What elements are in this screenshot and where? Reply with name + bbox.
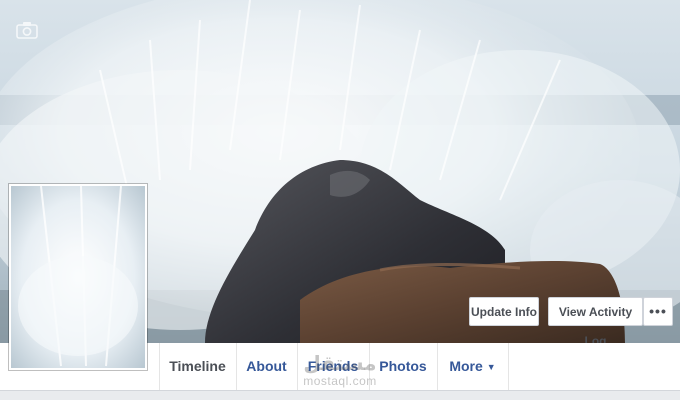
tab-more[interactable]: More ▼ <box>437 343 508 390</box>
tab-photos[interactable]: Photos <box>369 343 437 390</box>
page-background-strip <box>0 391 680 400</box>
camera-icon[interactable] <box>16 21 38 39</box>
more-options-button[interactable]: ••• <box>643 297 673 326</box>
view-activity-log-button[interactable]: View Activity Log <box>548 297 643 348</box>
profile-picture[interactable] <box>9 184 147 370</box>
update-info-button[interactable]: Update Info <box>469 297 539 326</box>
caret-down-icon: ▼ <box>486 362 496 372</box>
tab-more-label: More <box>449 358 483 374</box>
tab-timeline[interactable]: Timeline <box>159 343 236 390</box>
profile-picture-image <box>11 186 145 368</box>
ellipsis-icon: ••• <box>649 303 667 319</box>
nav-divider <box>508 343 509 390</box>
profile-page: Update Info View Activity Log ••• Timeli… <box>0 0 680 400</box>
tab-about[interactable]: About <box>236 343 297 390</box>
tab-friends[interactable]: Friends <box>297 343 369 390</box>
